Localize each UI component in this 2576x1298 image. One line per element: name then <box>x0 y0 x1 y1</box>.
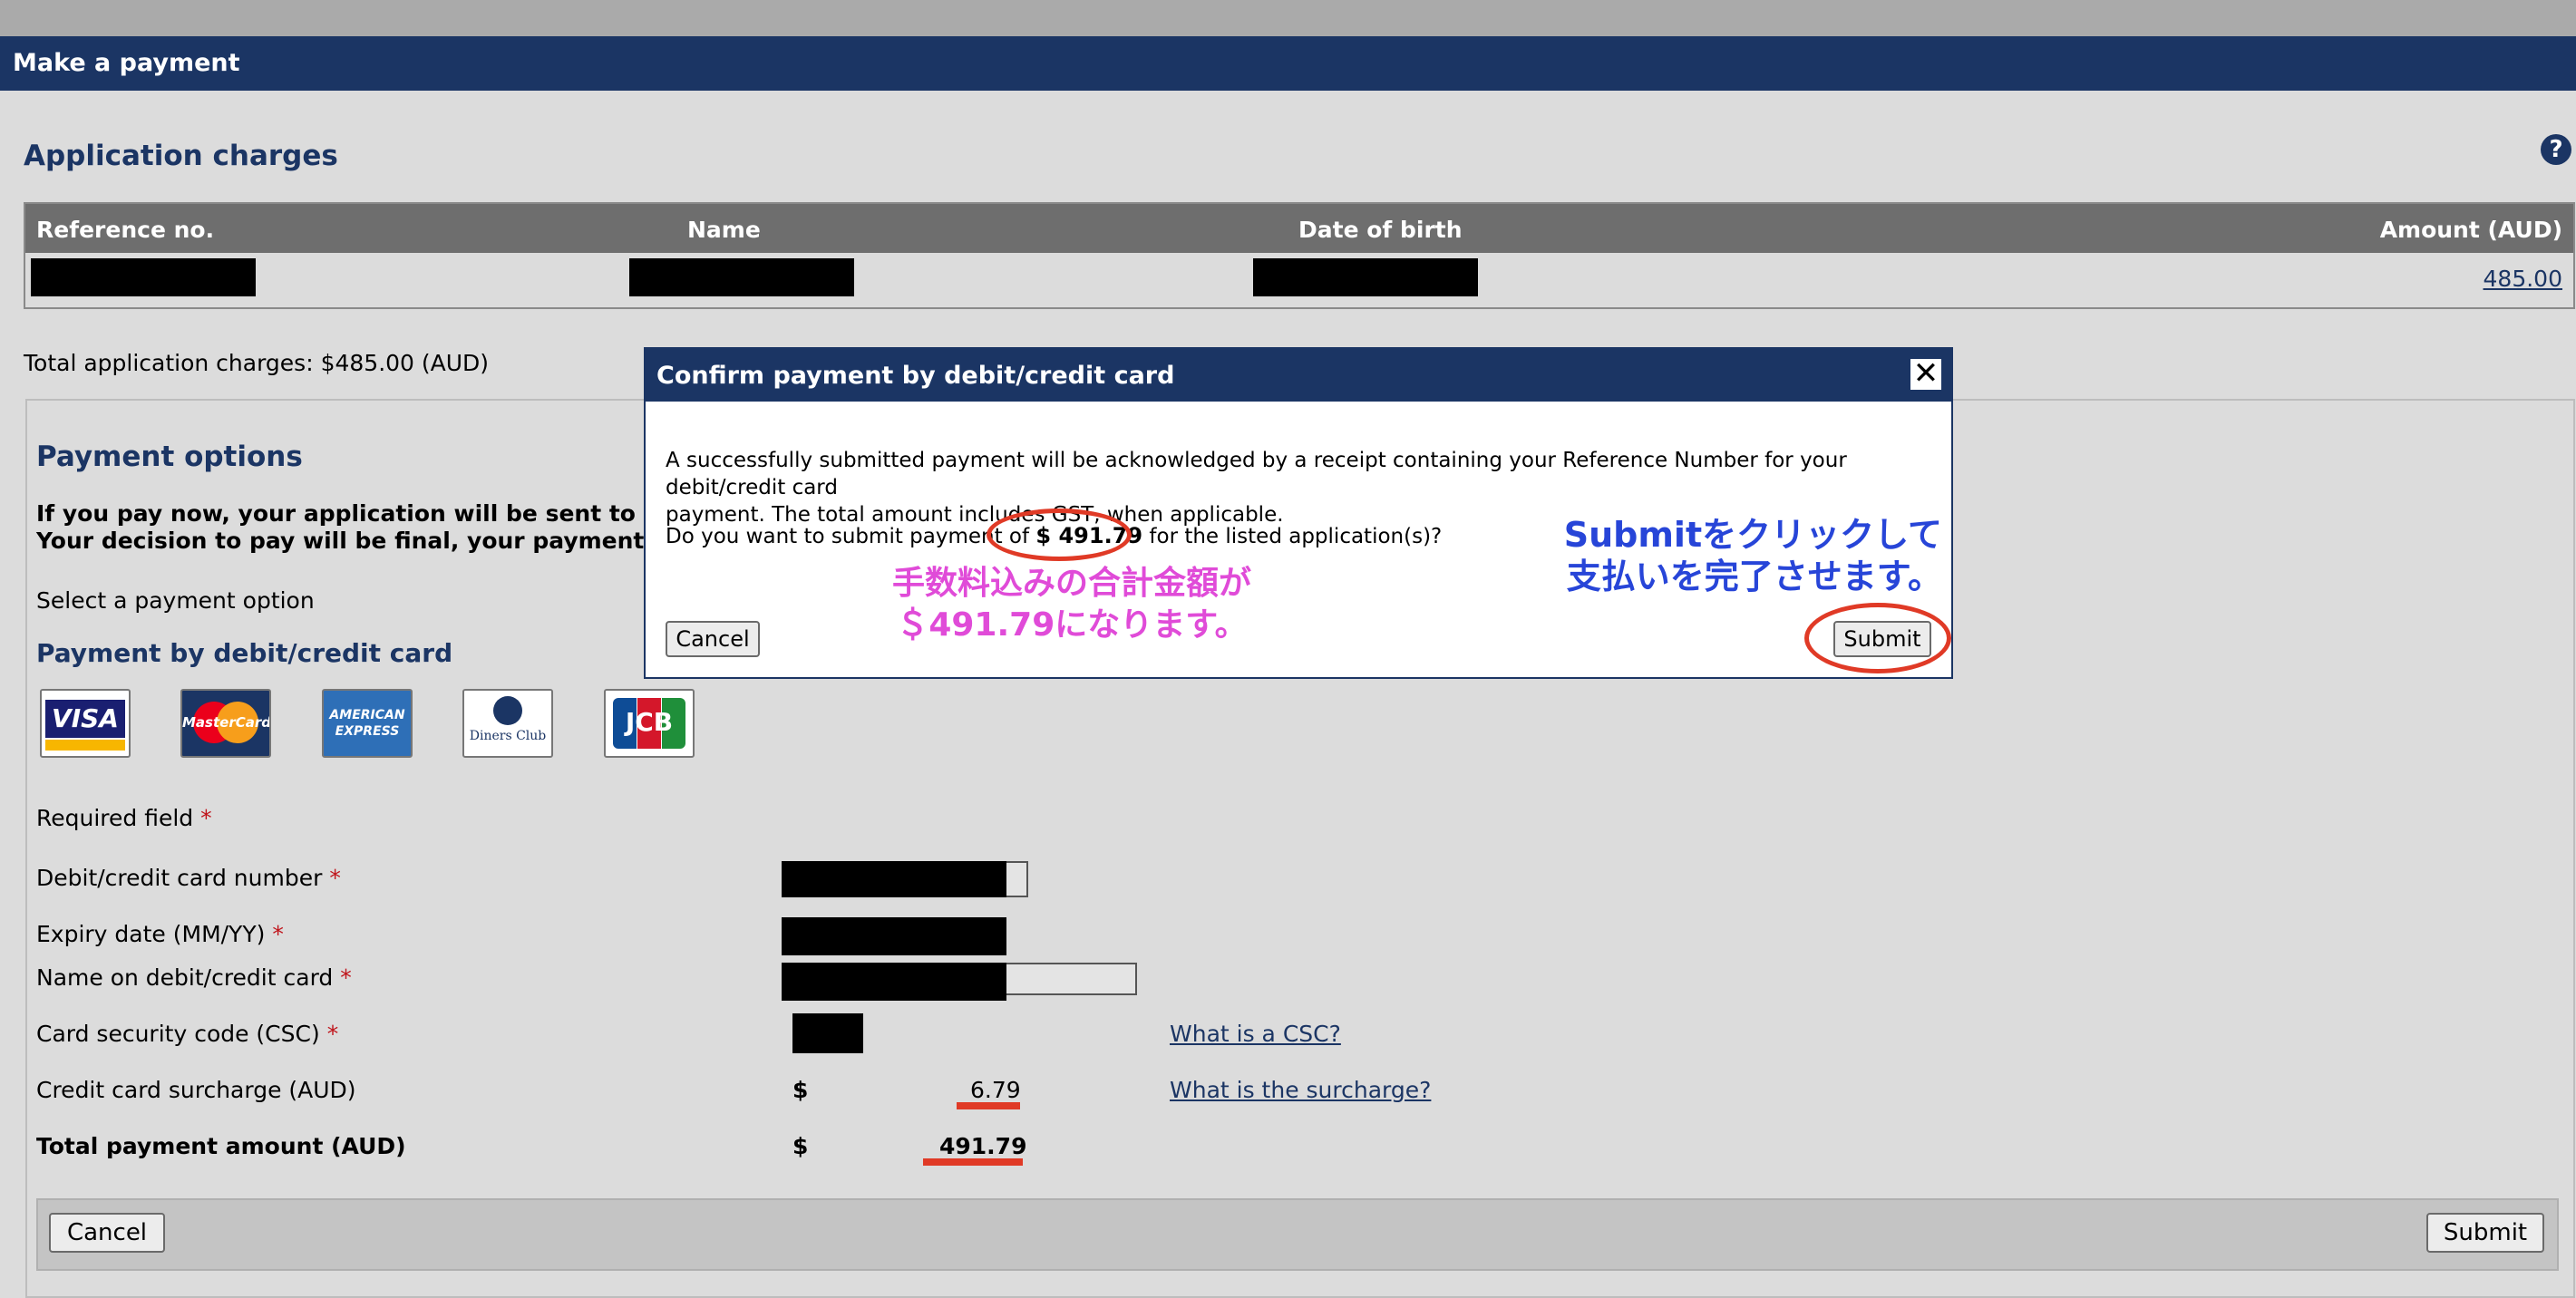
surcharge-highlight-underline <box>957 1102 1020 1109</box>
col-amount: Amount (AUD) <box>2379 217 2562 243</box>
jcb-logo: JCB <box>604 689 695 758</box>
form-footer-bar <box>36 1198 2559 1271</box>
confirm-payment-dialog: Confirm payment by debit/credit card ✕ A… <box>644 347 1953 679</box>
question-icon[interactable]: ? <box>2541 134 2571 165</box>
total-highlight-underline <box>923 1158 1023 1166</box>
expiry-date-label: Expiry date (MM/YY) * <box>36 921 284 947</box>
close-icon[interactable]: ✕ <box>1908 356 1944 392</box>
browser-top-strip <box>0 0 2576 36</box>
what-is-csc-link[interactable]: What is a CSC? <box>1170 1021 1341 1047</box>
table-header: Reference no. Name Date of birth Amount … <box>25 204 2573 253</box>
redacted-card-number <box>782 861 1006 897</box>
mastercard-logo: MasterCard <box>180 689 271 758</box>
col-date-of-birth: Date of birth <box>1298 217 1463 243</box>
col-reference-no: Reference no. <box>36 217 215 243</box>
required-field-note: Required field * <box>36 805 212 831</box>
surcharge-currency: $ <box>792 1077 809 1103</box>
table-row: 485.00 <box>25 253 2573 307</box>
total-currency: $ <box>792 1133 809 1159</box>
amex-logo: AMERICAN EXPRESS <box>322 689 413 758</box>
csc-input[interactable] <box>792 1013 863 1053</box>
fee-total-annotation: 手数料込みの合計金額が ＄491.79になります。 <box>891 565 1251 644</box>
page-title-bar: Make a payment <box>0 36 2576 91</box>
select-payment-option-label: Select a payment option <box>36 587 315 614</box>
dialog-title-bar: Confirm payment by debit/credit card ✕ <box>646 349 1951 402</box>
redacted-reference <box>31 258 256 296</box>
total-payment-value: 491.79 <box>939 1133 1027 1159</box>
surcharge-value: 6.79 <box>970 1077 1021 1103</box>
redacted-dob <box>1253 258 1478 296</box>
name-on-card-label: Name on debit/credit card * <box>36 964 352 991</box>
page-title: Make a payment <box>13 49 240 77</box>
dialog-message-line1: A successfully submitted payment will be… <box>666 449 1847 499</box>
payment-options-heading: Payment options <box>36 441 303 473</box>
cancel-button[interactable]: Cancel <box>49 1213 165 1253</box>
submit-instruction-annotation: Submitをクリックして 支払いを完了させます。 <box>1563 515 1942 596</box>
what-is-surcharge-link[interactable]: What is the surcharge? <box>1170 1077 1431 1103</box>
redacted-name <box>629 258 854 296</box>
application-charges-heading: Application charges <box>24 140 338 172</box>
payment-notice-line2: Your decision to pay will be final, your… <box>36 528 740 554</box>
dialog-title: Confirm payment by debit/credit card <box>656 362 1175 390</box>
submit-highlight-ellipse <box>1804 603 1951 673</box>
amount-link[interactable]: 485.00 <box>2484 266 2562 292</box>
submit-button[interactable]: Submit <box>2426 1213 2544 1253</box>
diners-club-logo: Diners Club <box>462 689 553 758</box>
visa-logo: VISA <box>40 689 131 758</box>
card-payment-heading: Payment by debit/credit card <box>36 638 453 668</box>
dialog-cancel-button[interactable]: Cancel <box>666 621 760 657</box>
total-application-charges: Total application charges: $485.00 (AUD) <box>24 350 490 376</box>
total-payment-label: Total payment amount (AUD) <box>36 1133 406 1159</box>
amount-highlight-ellipse <box>987 509 1132 561</box>
surcharge-label: Credit card surcharge (AUD) <box>36 1077 356 1103</box>
expiry-date-input[interactable] <box>782 917 1006 955</box>
card-number-label: Debit/credit card number * <box>36 865 341 891</box>
application-charges-table: Reference no. Name Date of birth Amount … <box>24 202 2575 309</box>
col-name: Name <box>687 217 761 243</box>
csc-label: Card security code (CSC) * <box>36 1021 339 1047</box>
redacted-name-on-card <box>782 963 1006 1001</box>
